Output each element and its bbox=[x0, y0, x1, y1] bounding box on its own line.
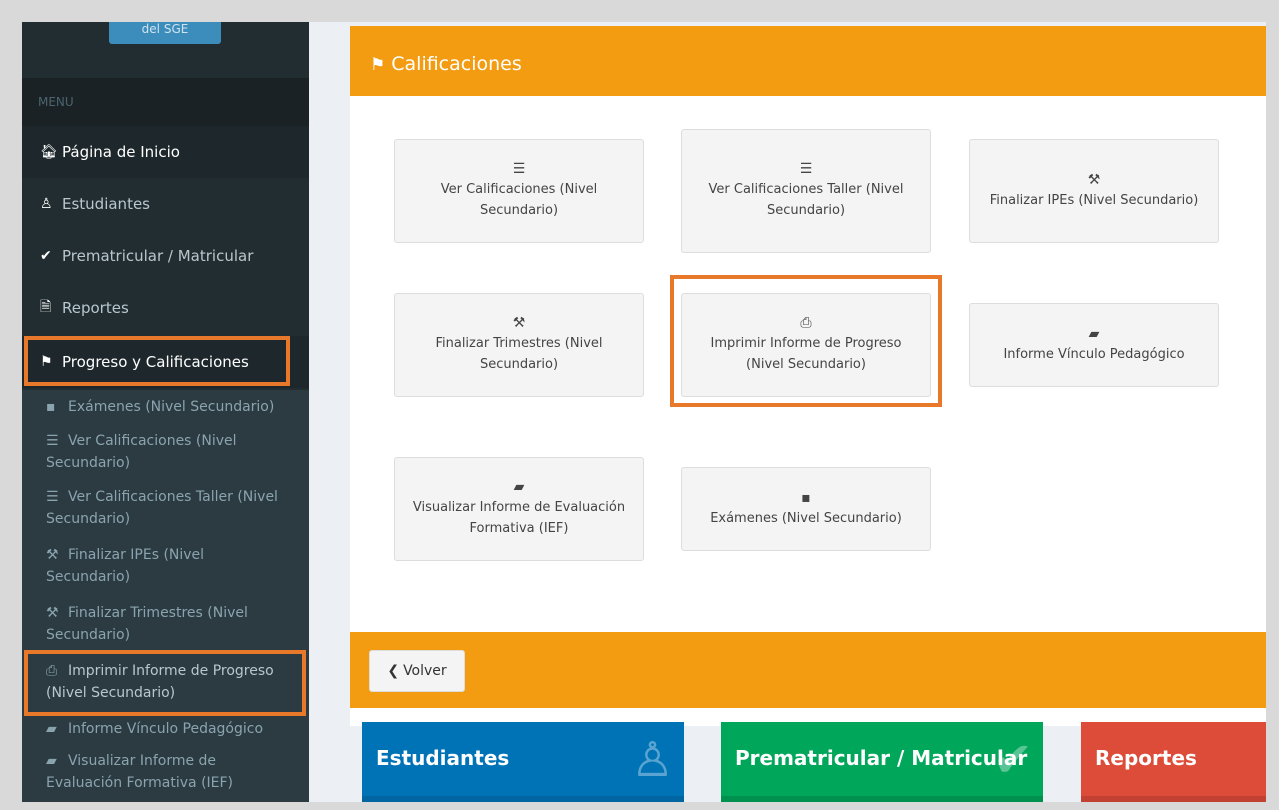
sidebar-item-estudiantes[interactable]: ♙ Estudiantes bbox=[22, 178, 309, 230]
highlight-imprimir-tile bbox=[670, 275, 942, 407]
sidebar-item-label: Reportes bbox=[62, 299, 129, 317]
main-content: ⚑ Calificaciones ☰ Ver Calificaciones (Ni… bbox=[309, 22, 1266, 802]
calificaciones-panel: ⚑ Calificaciones ☰ Ver Calificaciones (Ni… bbox=[350, 26, 1266, 726]
highlight-progreso bbox=[24, 336, 290, 386]
infobox-title: Estudiantes bbox=[376, 746, 510, 770]
sidebar-item-label: Prematricular / Matricular bbox=[62, 247, 254, 265]
book-icon: ▰ bbox=[1088, 325, 1100, 342]
tile-label: Ver Calificaciones (Nivel Secundario) bbox=[440, 182, 598, 218]
back-button-label: Volver bbox=[403, 663, 447, 679]
book-icon: ▰ bbox=[46, 753, 57, 769]
tile-label: Finalizar IPEs (Nivel Secundario) bbox=[989, 192, 1199, 208]
male-icon: ♙ bbox=[630, 732, 674, 788]
infobox-prematricular[interactable]: Prematricular / Matricular ✔ bbox=[721, 722, 1043, 802]
tile-examenes[interactable]: ▪ Exámenes (Nivel Secundario) bbox=[681, 467, 931, 551]
infobox-footer bbox=[362, 796, 684, 802]
infobox-title: Prematricular / Matricular bbox=[735, 746, 1028, 770]
tile-finalizar-trimestres[interactable]: ⚒ Finalizar Trimestres (Nivel Secundario… bbox=[394, 293, 644, 397]
tile-finalizar-ipes[interactable]: ⚒ Finalizar IPEs (Nivel Secundario) bbox=[969, 139, 1219, 243]
submenu-item-finalizar-ipes[interactable]: ⚒ Finalizar IPEs (Nivel Secundario) bbox=[22, 544, 222, 588]
list-icon: ☰ bbox=[799, 161, 813, 177]
book-icon: ▰ bbox=[513, 479, 525, 495]
tile-label: Informe Vínculo Pedagógico bbox=[1003, 346, 1185, 362]
submenu-item-ver-calificaciones[interactable]: ☰ Ver Calificaciones (Nivel Secundario) bbox=[22, 430, 292, 474]
gavel-icon: ⚒ bbox=[46, 605, 59, 621]
submenu-item-label: Finalizar IPEs (Nivel Secundario) bbox=[46, 547, 205, 585]
panel-footer: ❮ Volver bbox=[350, 632, 1266, 708]
infobox-reportes[interactable]: Reportes bbox=[1081, 722, 1266, 802]
home-icon: 🏠︎ bbox=[40, 144, 58, 160]
submenu-item-ver-calificaciones-taller[interactable]: ☰ Ver Calificaciones Taller (Nivel Secund… bbox=[22, 486, 302, 530]
tile-vinculo-pedagogico[interactable]: ▰ Informe Vínculo Pedagógico bbox=[969, 303, 1219, 387]
submenu-item-label: Finalizar Trimestres (Nivel Secundario) bbox=[46, 605, 248, 643]
male-icon: ♙ bbox=[40, 196, 53, 212]
gavel-icon: ⚒ bbox=[512, 315, 526, 331]
list-icon: ☰ bbox=[46, 433, 59, 449]
sge-button[interactable]: del SGE bbox=[109, 22, 221, 44]
sticky-note-icon: ▪ bbox=[801, 489, 811, 506]
sidebar-item-inicio[interactable]: 🏠︎ Página de Inicio bbox=[22, 126, 309, 178]
submenu-item-visualizar-ief[interactable]: ▰ Visualizar Informe de Evaluación Format… bbox=[22, 750, 272, 794]
book-icon: ▰ bbox=[46, 721, 57, 737]
infobox-footer bbox=[721, 796, 1043, 802]
sidebar-item-label: Estudiantes bbox=[62, 195, 150, 213]
chevron-left-icon: ❮ bbox=[387, 663, 400, 679]
tile-label: Finalizar Trimestres (Nivel Secundario) bbox=[435, 336, 603, 372]
tile-label: Exámenes (Nivel Secundario) bbox=[710, 510, 902, 526]
submenu-item-label: Informe Vínculo Pedagógico bbox=[68, 721, 264, 737]
list-icon: ☰ bbox=[512, 161, 526, 177]
menu-header: MENU bbox=[22, 78, 309, 126]
sidebar-item-reportes[interactable]: 🗎 Reportes bbox=[22, 282, 309, 334]
sidebar-item-label: Página de Inicio bbox=[62, 143, 180, 161]
infobox-title: Reportes bbox=[1095, 746, 1197, 770]
sidebar-top: del SGE bbox=[22, 22, 309, 78]
submenu-item-label: Exámenes (Nivel Secundario) bbox=[68, 399, 275, 415]
app-frame: del SGE MENU 🏠︎ Página de Inicio ♙ Estud… bbox=[22, 22, 1266, 802]
sidebar-item-prematricular[interactable]: ✔ Prematricular / Matricular bbox=[22, 230, 309, 282]
submenu-item-label: Ver Calificaciones Taller (Nivel Secunda… bbox=[46, 489, 278, 527]
tile-ver-calificaciones[interactable]: ☰ Ver Calificaciones (Nivel Secundario) bbox=[394, 139, 644, 243]
file-icon: 🗎 bbox=[40, 299, 52, 315]
tile-label: Ver Calificaciones Taller (Nivel Secunda… bbox=[708, 182, 904, 218]
infobox-estudiantes[interactable]: Estudiantes ♙ bbox=[362, 722, 684, 802]
tile-ver-calificaciones-taller[interactable]: ☰ Ver Calificaciones Taller (Nivel Secun… bbox=[681, 129, 931, 253]
sticky-note-icon: ▪ bbox=[46, 399, 56, 415]
back-button[interactable]: ❮ Volver bbox=[369, 650, 465, 692]
panel-header: ⚑ Calificaciones bbox=[350, 26, 1266, 96]
check-icon: ✔ bbox=[992, 732, 1033, 788]
sidebar: del SGE MENU 🏠︎ Página de Inicio ♙ Estud… bbox=[22, 22, 309, 802]
highlight-imprimir-sidebar bbox=[24, 650, 306, 716]
submenu-item-vinculo[interactable]: ▰ Informe Vínculo Pedagógico bbox=[22, 718, 309, 740]
submenu-item-label: Visualizar Informe de Evaluación Formati… bbox=[46, 753, 234, 791]
tile-visualizar-ief[interactable]: ▰ Visualizar Informe de Evaluación Forma… bbox=[394, 457, 644, 561]
flag-icon: ⚑ bbox=[370, 55, 386, 75]
submenu-item-examenes[interactable]: ▪ Exámenes (Nivel Secundario) bbox=[22, 396, 309, 418]
panel-title: Calificaciones bbox=[391, 53, 522, 75]
infobox-footer bbox=[1081, 796, 1266, 802]
gavel-icon: ⚒ bbox=[1087, 171, 1101, 188]
submenu-item-label: Ver Calificaciones (Nivel Secundario) bbox=[46, 433, 237, 471]
submenu-item-finalizar-trimestres[interactable]: ⚒ Finalizar Trimestres (Nivel Secundario) bbox=[22, 602, 297, 646]
check-icon: ✔ bbox=[40, 248, 52, 264]
tile-label: Visualizar Informe de Evaluación Formati… bbox=[412, 500, 626, 536]
gavel-icon: ⚒ bbox=[46, 547, 59, 563]
submenu-progreso: ▪ Exámenes (Nivel Secundario) ☰ Ver Califi… bbox=[22, 390, 309, 802]
list-icon: ☰ bbox=[46, 489, 59, 505]
